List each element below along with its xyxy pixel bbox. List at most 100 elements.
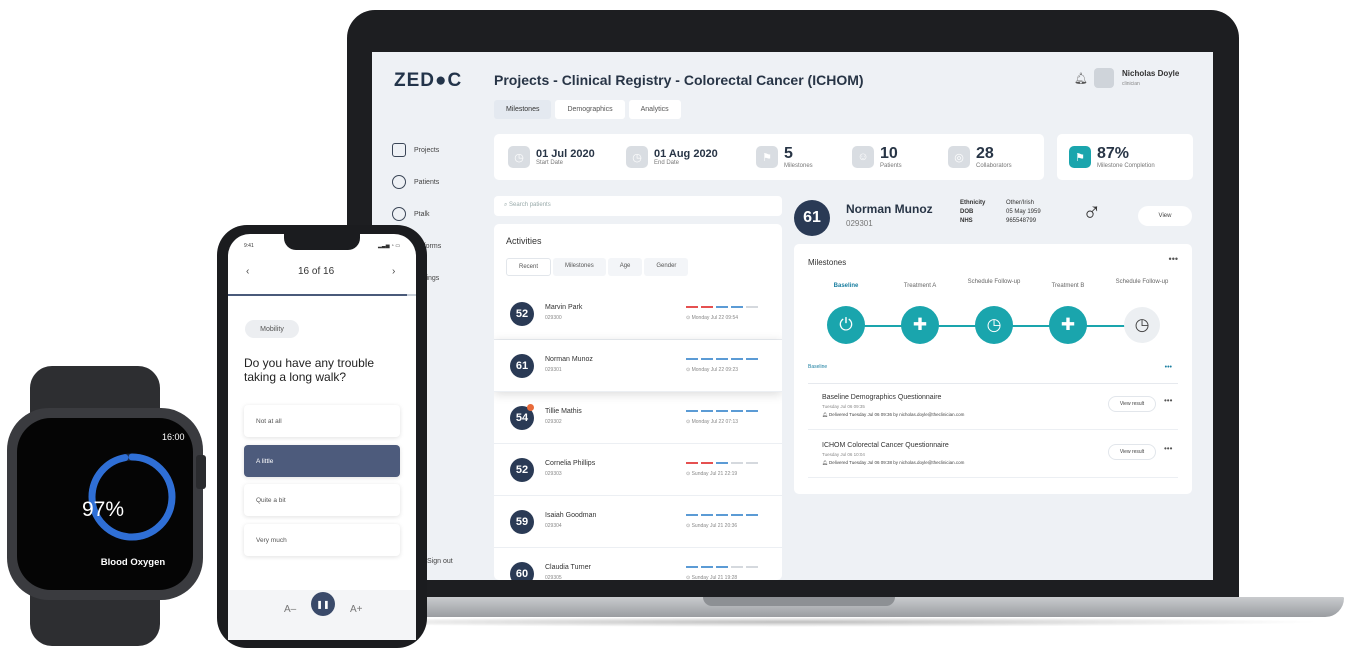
oxygen-ring <box>88 453 176 541</box>
search-input[interactable]: ⌕ Search patients <box>494 196 782 216</box>
stat-value: 28 <box>976 145 994 162</box>
bell-icon[interactable]: 🔔︎ <box>1074 72 1088 85</box>
progress-segment <box>716 462 728 464</box>
tab-gender[interactable]: Gender <box>644 258 689 276</box>
activity-time: ⊙ Sunday Jul 21 19:28 <box>686 575 738 580</box>
sidebar-item-label: Patients <box>414 178 440 186</box>
activity-row[interactable]: 54 Tillie Mathis 029302 ⊙ Monday Jul 22 07:… <box>494 392 782 444</box>
tab-demographics[interactable]: Demographics <box>555 100 625 119</box>
flag-icon: ⚑ <box>756 146 778 168</box>
sidebar-item-patients[interactable]: Patients <box>392 166 472 198</box>
delivered-status: 🔔︎ Delivered Tuesday Jul 06 09:36 by nic… <box>822 412 965 417</box>
clock-icon[interactable]: ◷ <box>1124 307 1160 343</box>
progress-segment <box>731 306 743 308</box>
activity-row[interactable]: 52 Marvin Park 029300 ⊙ Monday Jul 22 09:54 <box>494 288 782 340</box>
patient-number: 60 <box>510 562 534 580</box>
view-button[interactable]: View <box>1138 206 1192 226</box>
progress-segment <box>731 358 743 360</box>
more-icon[interactable]: ••• <box>1164 444 1172 453</box>
patient-number: 61 <box>794 200 830 236</box>
patient-number: 61 <box>510 354 534 378</box>
activity-time: ⊙ Sunday Jul 21 22:19 <box>686 471 738 477</box>
progress-segment <box>701 410 713 412</box>
chevron-right-icon[interactable]: › <box>392 266 395 277</box>
answer-option[interactable]: A little <box>244 445 400 477</box>
avatar[interactable] <box>1094 68 1114 88</box>
progress-segment <box>701 358 713 360</box>
patient-id: 029303 <box>545 471 562 477</box>
tab-milestones[interactable]: Milestones <box>494 100 552 119</box>
patient-name: Cornelia Phillips <box>545 460 596 467</box>
view-result-button[interactable]: View result <box>1108 444 1156 460</box>
clock-icon[interactable]: ◷ <box>975 306 1013 344</box>
sign-out-link[interactable]: Sign out <box>427 558 453 565</box>
patient-name: Marvin Park <box>545 304 583 311</box>
pause-icon[interactable]: ❚❚ <box>311 592 335 616</box>
milestone-progress <box>686 306 758 308</box>
tab-milestones[interactable]: Milestones <box>553 258 606 276</box>
more-icon[interactable]: ••• <box>1164 396 1172 405</box>
stat-label: Milestones <box>784 163 813 169</box>
patient-id: 029301 <box>545 367 562 373</box>
stat-collaborators: ◎ 28 Collaborators <box>948 134 1012 180</box>
stat-completion: ⚑ 87% Milestone Completion <box>1057 134 1193 180</box>
ethnicity-value: Other/Irish <box>1006 200 1035 206</box>
plus-icon[interactable]: ✚ <box>1049 306 1087 344</box>
oxygen-percent: 97% <box>81 498 125 521</box>
more-icon[interactable]: ••• <box>1169 254 1178 264</box>
stat-value: 01 Aug 2020 <box>654 148 718 160</box>
progress-segment <box>686 306 698 308</box>
stat-value: 87% <box>1097 145 1130 162</box>
activity-row[interactable]: 61 Norman Munoz 029301 ⊙ Monday Jul 22 09:2… <box>494 340 782 392</box>
questionnaire-row: ICHOM Colorectal Cancer Questionnaire Tue… <box>808 434 1178 478</box>
activities-title: Activities <box>506 236 542 246</box>
more-icon[interactable]: ••• <box>1165 364 1172 371</box>
sidebar-item-label: Projects <box>414 146 440 154</box>
stat-end-date: ◷ 01 Aug 2020 End Date <box>626 134 718 180</box>
milestones-panel: Milestones ••• Baseline ⏻ Treatment A ✚ Sche… <box>794 244 1192 494</box>
questionnaire-date: Tuesday Jul 06 09:35 <box>822 404 865 409</box>
patient-number: 52 <box>510 458 534 482</box>
delivered-text: Delivered Tuesday Jul 06 09:38 by nichol… <box>828 460 965 465</box>
tab-age[interactable]: Age <box>607 258 643 276</box>
progress-segment <box>686 358 698 360</box>
patient-id: 029302 <box>545 419 562 425</box>
plus-icon[interactable]: ✚ <box>901 306 939 344</box>
progress-segment <box>746 306 758 308</box>
answer-option[interactable]: Not at all <box>244 405 400 437</box>
text-smaller-button[interactable]: A– <box>284 604 296 615</box>
patient-meta-labels: Ethnicity DOB NHS <box>960 199 985 226</box>
power-icon[interactable]: ⏻ <box>827 306 865 344</box>
stat-value: 01 Jul 2020 <box>536 148 595 160</box>
time-text: Sunday Jul 21 19:28 <box>691 575 738 580</box>
text-larger-button[interactable]: A+ <box>350 604 363 615</box>
stat-start-date: ◷ 01 Jul 2020 Start Date <box>508 134 595 180</box>
answer-option[interactable]: Quite a bit <box>244 484 400 516</box>
person-icon: ☺ <box>852 146 874 168</box>
activity-row[interactable]: 60 Claudia Turner 029305 ⊙ Sunday Jul 21 19… <box>494 548 782 580</box>
activity-row[interactable]: 52 Cornelia Phillips 029303 ⊙ Sunday Jul 21… <box>494 444 782 496</box>
milestone-progress <box>686 410 758 412</box>
activity-row[interactable]: 59 Isaiah Goodman 029304 ⊙ Sunday Jul 21 20… <box>494 496 782 548</box>
progress-segment <box>716 566 728 568</box>
progress-segment <box>686 566 698 568</box>
progress-segment <box>701 306 713 308</box>
tab-analytics[interactable]: Analytics <box>628 100 681 119</box>
nhs-label: NHS <box>960 218 973 224</box>
progress-segment <box>731 566 743 568</box>
category-chip: Mobility <box>245 320 299 338</box>
progress-segment <box>746 462 758 464</box>
alert-dot-icon <box>527 404 534 411</box>
chevron-left-icon[interactable]: ‹ <box>246 266 249 277</box>
milestone-label: Schedule Follow-up <box>1115 279 1169 285</box>
view-result-button[interactable]: View result <box>1108 396 1156 412</box>
milestone-progress <box>686 358 758 360</box>
phone-notch <box>284 234 360 250</box>
progress-segment <box>701 566 713 568</box>
sidebar-item-projects[interactable]: Projects <box>392 134 472 166</box>
watch-crown[interactable] <box>196 455 206 489</box>
patient-number: 59 <box>510 510 534 534</box>
answer-option[interactable]: Very much <box>244 524 400 556</box>
tab-recent[interactable]: Recent <box>506 258 552 276</box>
watch-time: 16:00 <box>162 432 185 442</box>
